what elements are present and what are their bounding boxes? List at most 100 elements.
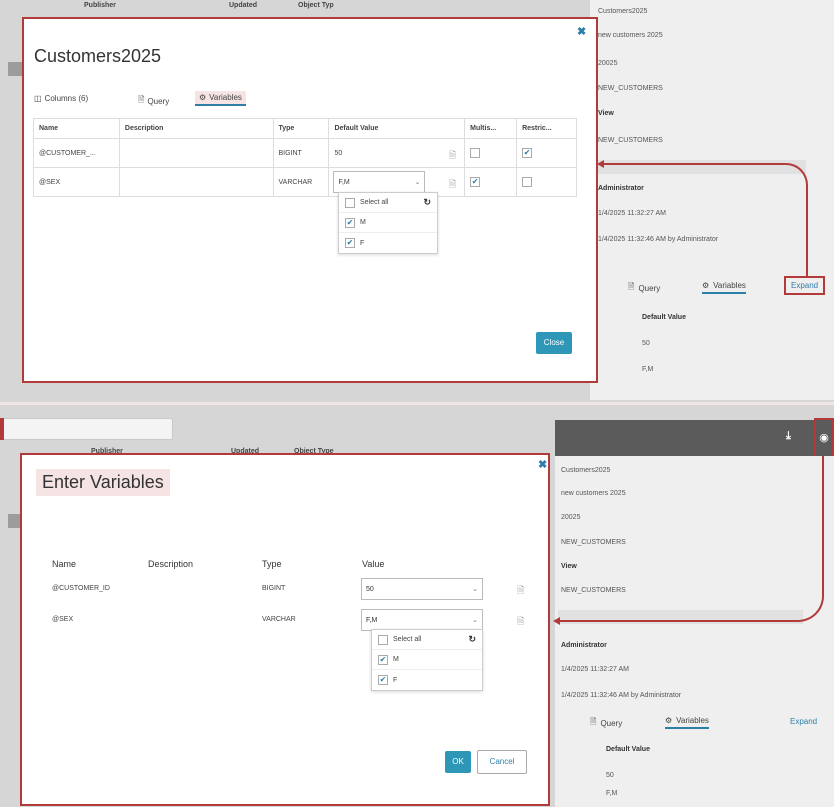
detail-created: 1/4/2025 11:32:27 AM: [561, 666, 629, 673]
details-tab-query[interactable]: 🗎 Query: [590, 716, 622, 730]
edit-doc-icon[interactable]: 🗎: [517, 614, 524, 630]
bg-header-object-type: Object Typ: [298, 2, 334, 9]
tab-query[interactable]: 🗎 Query: [138, 94, 169, 108]
bg-row-marker: [8, 62, 22, 76]
refresh-icon[interactable]: ↻: [423, 197, 431, 208]
chevron-down-icon: ⌄: [472, 586, 478, 593]
columns-icon: ◫: [34, 94, 42, 103]
refresh-icon[interactable]: ↻: [468, 634, 476, 645]
details-tab-variables[interactable]: ⚙ Variables: [665, 716, 709, 729]
value-dropdown: Select all ↻ M F: [371, 629, 483, 691]
cell-restrict[interactable]: [516, 138, 577, 168]
cell-type: BIGINT: [272, 138, 330, 168]
edit-doc-icon[interactable]: 🗎: [449, 177, 456, 193]
tab-columns[interactable]: ◫ Columns (6): [34, 94, 88, 103]
modal-title: Enter Variables: [36, 469, 170, 496]
option-checkbox[interactable]: [378, 654, 388, 665]
detail-owner: Administrator: [561, 642, 607, 649]
document-icon: 🗎: [590, 717, 597, 726]
cell-name: @CUSTOMER_...: [33, 138, 120, 168]
cell-multiselect[interactable]: [464, 167, 518, 197]
gear-icon: ⚙: [665, 716, 673, 725]
option-checkbox[interactable]: [345, 238, 355, 248]
tab-variables[interactable]: ⚙ Variables: [195, 91, 246, 106]
col-header-default-value: Default Value: [328, 118, 466, 139]
cell-multiselect[interactable]: [464, 138, 518, 168]
annotation-arrow-curve: [560, 456, 824, 622]
option-row[interactable]: F: [339, 233, 437, 253]
cell-name: @SEX: [33, 167, 120, 197]
details-tab-query[interactable]: 🗎 Query: [628, 281, 660, 295]
cell-default[interactable]: 50 🗎: [328, 138, 466, 168]
variables-table: Name Description Type Default Value Mult…: [33, 118, 577, 197]
search-input[interactable]: [0, 418, 173, 440]
select-all-row[interactable]: Select all ↻: [339, 193, 437, 213]
multiselect-checkbox[interactable]: [470, 177, 481, 187]
close-icon[interactable]: ✖: [577, 25, 586, 38]
detail-id: 20025: [598, 60, 618, 67]
col-header-restrict: Restric...: [516, 118, 577, 139]
detail-kind: View: [598, 110, 614, 117]
annotation-arrow-curve: [603, 163, 808, 205]
ok-button[interactable]: OK: [445, 751, 471, 773]
view-icon[interactable]: ◉: [814, 418, 834, 458]
default-value-1: 50: [642, 340, 650, 347]
option-checkbox[interactable]: [378, 675, 388, 685]
select-all-checkbox[interactable]: [345, 197, 355, 208]
table-row[interactable]: @SEX VARCHAR F,M ⌄ 🗎: [33, 167, 577, 197]
default-value-header: Default Value: [642, 314, 686, 321]
expand-link[interactable]: Expand: [790, 717, 817, 726]
default-value-select[interactable]: F,M ⌄: [333, 171, 426, 193]
detail-modified: 1/4/2025 11:32:46 AM by Administrator: [598, 236, 719, 243]
default-value-1: 50: [606, 772, 614, 779]
chevron-down-icon: ⌄: [414, 179, 421, 186]
cancel-button[interactable]: Cancel: [477, 750, 527, 774]
select-all-checkbox[interactable]: [378, 634, 388, 645]
customers-modal: ✖ Customers2025 ◫ Columns (6) 🗎 Query ⚙ …: [22, 17, 598, 383]
col-header-type: Type: [272, 118, 330, 139]
left-marker: [0, 418, 4, 440]
option-row[interactable]: M: [339, 213, 437, 233]
col-header-description: Description: [118, 118, 274, 139]
multiselect-checkbox[interactable]: [470, 148, 481, 158]
expand-button[interactable]: Expand: [784, 276, 826, 295]
option-checkbox[interactable]: [345, 217, 355, 228]
detail-table: NEW_CUSTOMERS: [598, 85, 663, 92]
detail-modified: 1/4/2025 11:32:46 AM by Administrator: [561, 692, 682, 699]
var-name: @SEX: [52, 616, 74, 623]
col-header-value: Value: [362, 559, 385, 569]
edit-doc-icon[interactable]: 🗎: [517, 583, 524, 599]
close-icon[interactable]: ✖: [538, 458, 547, 471]
default-value-header: Default Value: [606, 746, 650, 753]
table-row[interactable]: @CUSTOMER_... BIGINT 50 🗎: [33, 138, 577, 168]
edit-doc-icon[interactable]: 🗎: [449, 148, 456, 164]
bg-header-publisher: Publisher: [84, 2, 116, 9]
option-row[interactable]: F: [372, 670, 482, 690]
detail-description: new customers 2025: [598, 32, 663, 39]
cell-description: [118, 138, 274, 168]
detail-name: Customers2025: [598, 8, 648, 15]
details-tab-variables[interactable]: ⚙ Variables: [702, 281, 746, 294]
default-value-2: F,M: [642, 366, 654, 373]
cell-restrict[interactable]: [516, 167, 577, 197]
select-all-row[interactable]: Select all ↻: [372, 630, 482, 650]
col-header-description: Description: [148, 559, 194, 569]
chevron-down-icon: ⌄: [472, 617, 478, 624]
download-icon[interactable]: ⤓: [786, 430, 791, 443]
restrict-checkbox[interactable]: [522, 148, 533, 158]
value-select[interactable]: 50 ⌄: [361, 578, 483, 600]
value-select[interactable]: F,M ⌄: [361, 609, 483, 631]
col-header-type: Type: [262, 559, 282, 569]
annotation-arrow-head: [553, 617, 560, 625]
detail-source: NEW_CUSTOMERS: [598, 137, 663, 144]
close-button[interactable]: Close: [536, 332, 572, 354]
restrict-checkbox[interactable]: [522, 177, 533, 187]
gear-icon: ⚙: [199, 93, 207, 102]
option-row[interactable]: M: [372, 650, 482, 670]
enter-variables-modal: ✖ Enter Variables Name Description Type …: [20, 453, 550, 806]
details-toolbar: [555, 420, 834, 456]
cell-type: VARCHAR: [272, 167, 330, 197]
col-header-name: Name: [52, 559, 77, 569]
var-type: BIGINT: [262, 585, 286, 592]
var-type: VARCHAR: [262, 616, 296, 623]
